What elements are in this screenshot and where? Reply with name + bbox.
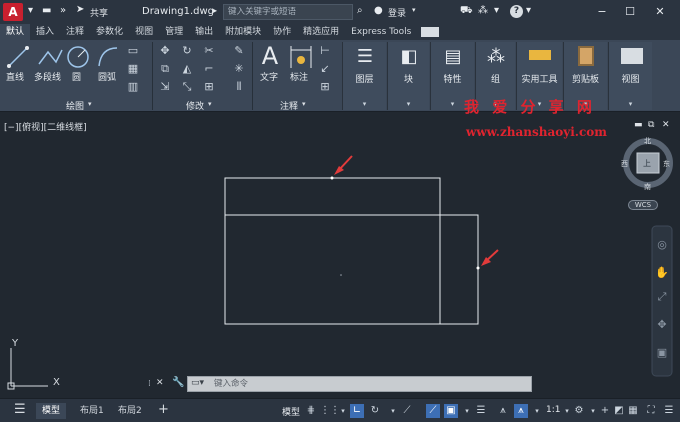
ucs-icon bbox=[7, 348, 48, 390]
viewcube-north[interactable]: 北 bbox=[644, 136, 651, 146]
object-snap-icon[interactable]: ▣ bbox=[444, 404, 458, 418]
snap-icon[interactable]: ⋮⋮ bbox=[320, 404, 340, 418]
hardware-acceleration-icon[interactable]: ▦ bbox=[626, 404, 640, 418]
ortho-icon[interactable]: ∟ bbox=[350, 404, 364, 418]
center-point bbox=[340, 274, 342, 276]
menu-icon[interactable]: ☰ bbox=[14, 402, 26, 417]
viewcube-west[interactable]: 西 bbox=[621, 159, 628, 169]
command-line[interactable]: ▭▾ 键入命令 bbox=[187, 376, 532, 392]
viewcube-east[interactable]: 东 bbox=[663, 159, 670, 169]
workspace-gear-icon[interactable]: ⚙ bbox=[572, 404, 586, 418]
orbit-icon[interactable]: ✥ bbox=[655, 318, 669, 332]
status-bar: ☰ 模型 布局1 布局2 + 模型 ⋕ ⋮⋮ ▾ ∟ ↻ ▾ ⟋ ⟋ ▣ ▾ ☰… bbox=[0, 398, 680, 422]
viewcube-top-face[interactable]: 上 bbox=[643, 158, 651, 169]
viewcube-south[interactable]: 南 bbox=[644, 182, 651, 192]
command-prompt-icon[interactable]: ▭▾ bbox=[191, 378, 204, 388]
polar-dropdown-icon[interactable]: ▾ bbox=[386, 404, 400, 418]
object-snap-tracking-icon[interactable]: ⟋ bbox=[426, 404, 440, 418]
snap-dropdown-icon[interactable]: ▾ bbox=[336, 404, 350, 418]
add-icon[interactable]: + bbox=[598, 404, 612, 418]
command-close-icon[interactable]: ✕ bbox=[156, 378, 164, 388]
add-layout-icon[interactable]: + bbox=[158, 402, 169, 417]
rectangle-shape bbox=[224, 177, 441, 325]
annotation-scale-icon[interactable]: ⩚ bbox=[496, 404, 510, 418]
annotation-visibility-icon[interactable]: ⩚ bbox=[514, 404, 528, 418]
wcs-button[interactable]: WCS bbox=[628, 200, 658, 210]
grip-point bbox=[330, 176, 334, 180]
customize-icon[interactable]: ☰ bbox=[662, 404, 676, 418]
visibility-dropdown-icon[interactable]: ▾ bbox=[530, 404, 544, 418]
ucs-y-label: Y bbox=[12, 338, 19, 349]
tab-layout2[interactable]: 布局2 bbox=[112, 403, 148, 419]
command-customize-icon[interactable]: 🔧 bbox=[172, 377, 184, 388]
lineweight-icon[interactable]: ☰ bbox=[474, 404, 488, 418]
zoom-icon[interactable]: ⤢ bbox=[655, 290, 669, 304]
autocad-window: A ▾ ▬ » ➤ 共享 Drawing1.dwg ▸ 键入关键字或短语 ⌕ ●… bbox=[0, 0, 680, 422]
command-input[interactable]: 键入命令 bbox=[214, 377, 248, 391]
arrow-annotation bbox=[334, 155, 353, 175]
drawing-canvas[interactable] bbox=[0, 0, 680, 422]
grip-point bbox=[476, 266, 480, 270]
arrow-annotation bbox=[481, 249, 499, 266]
tab-model[interactable]: 模型 bbox=[36, 403, 67, 419]
scale-button[interactable]: 1:1 bbox=[546, 405, 560, 415]
grid-icon[interactable]: ⋕ bbox=[304, 404, 318, 418]
grip-handle-icon[interactable]: ⁞ bbox=[148, 379, 151, 389]
osnap-dropdown-icon[interactable]: ▾ bbox=[460, 404, 474, 418]
clean-screen-icon[interactable]: ⛶ bbox=[644, 404, 658, 418]
showmotion-icon[interactable]: ▣ bbox=[655, 346, 669, 360]
steering-wheel-icon[interactable]: ◎ bbox=[655, 238, 669, 252]
polar-icon[interactable]: ↻ bbox=[368, 404, 382, 418]
isodraft-icon[interactable]: ⟋ bbox=[400, 404, 414, 418]
isolate-objects-icon[interactable]: ◩ bbox=[612, 404, 626, 418]
pan-icon[interactable]: ✋ bbox=[655, 266, 669, 280]
model-space-button[interactable]: 模型 bbox=[282, 405, 300, 418]
ucs-x-label: X bbox=[53, 377, 60, 388]
tab-layout1[interactable]: 布局1 bbox=[74, 403, 110, 419]
